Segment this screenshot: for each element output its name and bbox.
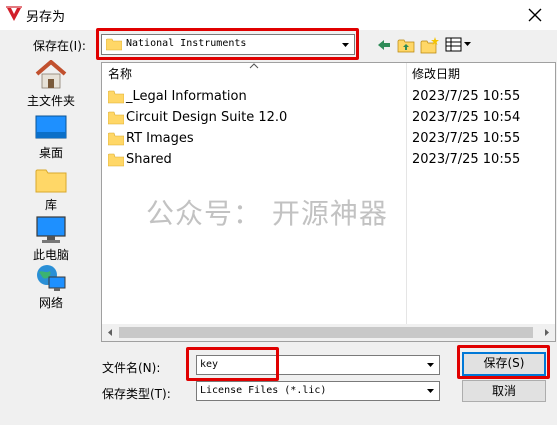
place-library[interactable]: 库 — [18, 166, 84, 213]
file-name-label: 文件名(N): — [102, 361, 161, 375]
view-menu-icon[interactable] — [445, 36, 473, 54]
chevron-down-icon[interactable] — [423, 357, 438, 373]
file-row[interactable]: Shared 2023/7/25 10:55 — [102, 150, 555, 171]
file-name: _Legal Information — [126, 89, 247, 104]
place-label: 主文件夹 — [26, 94, 75, 108]
file-name: RT Images — [126, 131, 194, 146]
desktop-icon — [35, 115, 67, 139]
file-row[interactable]: _Legal Information 2023/7/25 10:55 — [102, 87, 555, 108]
column-header-date[interactable]: 修改日期 — [412, 63, 460, 85]
home-icon — [35, 60, 67, 89]
highlight-box-location — [96, 28, 359, 60]
file-date: 2023/7/25 10:54 — [412, 110, 521, 125]
file-row[interactable]: Circuit Design Suite 12.0 2023/7/25 10:5… — [102, 108, 555, 129]
file-type-value: License Files (*.lic) — [200, 385, 327, 396]
close-icon[interactable] — [523, 3, 547, 27]
place-label: 桌面 — [38, 146, 63, 160]
folder-icon — [108, 132, 124, 146]
up-folder-icon[interactable] — [397, 36, 415, 54]
library-icon — [35, 169, 67, 193]
horizontal-scrollbar[interactable] — [102, 324, 555, 341]
place-label: 库 — [44, 198, 57, 212]
place-this-pc[interactable]: 此电脑 — [18, 216, 84, 263]
folder-icon — [108, 153, 124, 167]
file-name: Circuit Design Suite 12.0 — [126, 110, 288, 125]
file-date: 2023/7/25 10:55 — [412, 89, 521, 104]
new-folder-icon[interactable] — [420, 36, 440, 54]
save-in-label: 保存在(I): — [33, 39, 86, 53]
highlight-box-save — [457, 345, 550, 379]
folder-icon — [108, 90, 124, 104]
file-type-label: 保存类型(T): — [102, 387, 171, 401]
network-icon — [37, 265, 66, 291]
app-logo-icon — [6, 6, 22, 21]
scroll-left-icon[interactable] — [106, 328, 115, 337]
file-row[interactable]: RT Images 2023/7/25 10:55 — [102, 129, 555, 150]
cancel-button[interactable]: 取消 — [462, 380, 546, 402]
place-home[interactable]: 主文件夹 — [18, 60, 84, 109]
highlight-box-file-name — [186, 347, 279, 381]
place-label: 网络 — [38, 296, 63, 310]
file-name: Shared — [126, 152, 172, 167]
file-type-select[interactable]: License Files (*.lic) — [196, 381, 440, 401]
chevron-down-icon[interactable] — [423, 383, 438, 399]
folder-icon — [108, 111, 124, 125]
sort-ascending-icon — [249, 63, 259, 69]
save-as-dialog: 另存为 保存在(I): National Instruments 主文件夹 桌面… — [0, 0, 557, 425]
scrollbar-thumb[interactable] — [119, 327, 533, 338]
place-network[interactable]: 网络 — [18, 264, 84, 311]
back-arrow-icon[interactable] — [375, 36, 393, 54]
file-date: 2023/7/25 10:55 — [412, 152, 521, 167]
computer-icon — [36, 216, 66, 243]
column-header-name[interactable]: 名称 — [108, 63, 132, 85]
file-date: 2023/7/25 10:55 — [412, 131, 521, 146]
place-desktop[interactable]: 桌面 — [18, 114, 84, 161]
window-title: 另存为 — [26, 10, 66, 25]
watermark-text: 公众号： 开源神器 — [146, 197, 388, 230]
scroll-right-icon[interactable] — [542, 328, 551, 337]
place-label: 此电脑 — [32, 248, 69, 262]
title-bar: 另存为 — [0, 0, 557, 30]
